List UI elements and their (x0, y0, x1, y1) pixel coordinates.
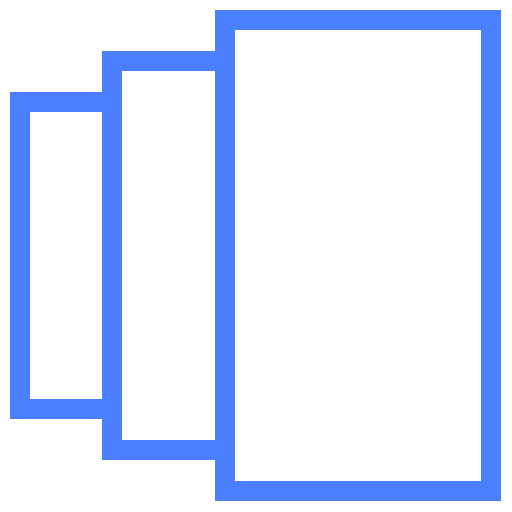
front-page (215, 10, 501, 501)
icon-canvas (0, 0, 512, 512)
stacked-pages-icon (10, 10, 501, 501)
